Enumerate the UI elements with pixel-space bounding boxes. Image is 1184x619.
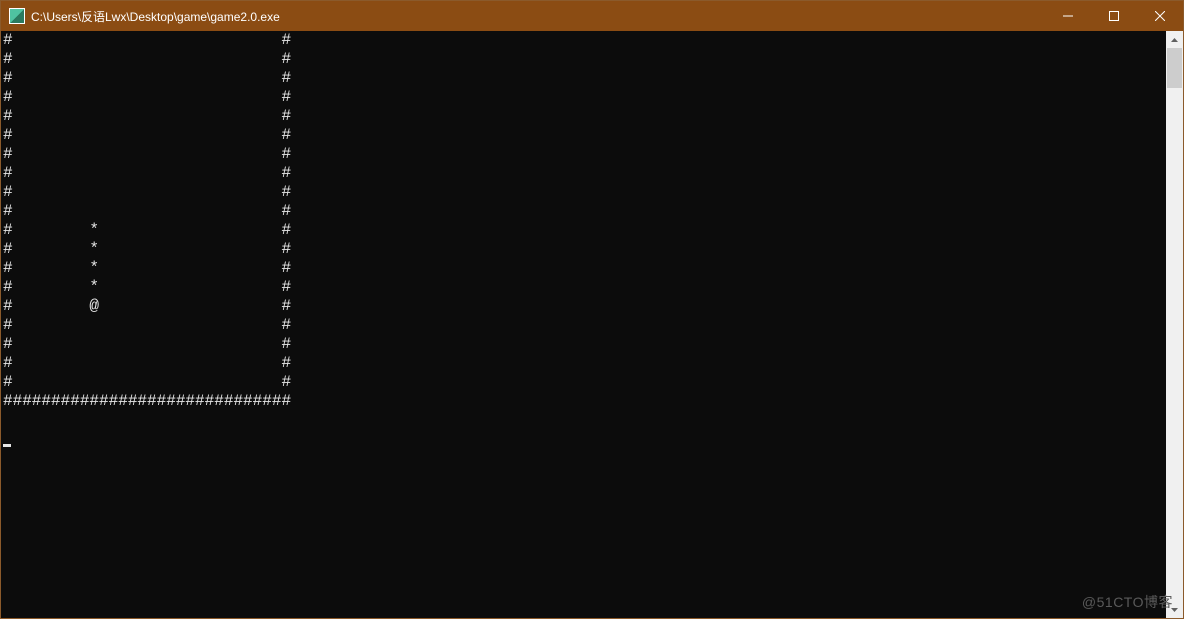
maximize-button[interactable] [1091, 1, 1137, 31]
close-button[interactable] [1137, 1, 1183, 31]
vertical-scrollbar[interactable] [1166, 31, 1183, 618]
titlebar[interactable]: C:\Users\反语Lwx\Desktop\game\game2.0.exe [1, 1, 1183, 31]
scroll-thumb[interactable] [1167, 48, 1182, 88]
app-window: C:\Users\反语Lwx\Desktop\game\game2.0.exe … [0, 0, 1184, 619]
window-controls [1045, 1, 1183, 31]
scroll-down-arrow[interactable] [1166, 601, 1183, 618]
console-output[interactable]: # # # # # # # # # # # # # [1, 31, 1166, 618]
window-title: C:\Users\反语Lwx\Desktop\game\game2.0.exe [31, 8, 1045, 25]
minimize-button[interactable] [1045, 1, 1091, 31]
client-area: # # # # # # # # # # # # # [1, 31, 1183, 618]
app-icon [9, 8, 25, 24]
text-cursor [3, 444, 11, 447]
scroll-up-arrow[interactable] [1166, 31, 1183, 48]
